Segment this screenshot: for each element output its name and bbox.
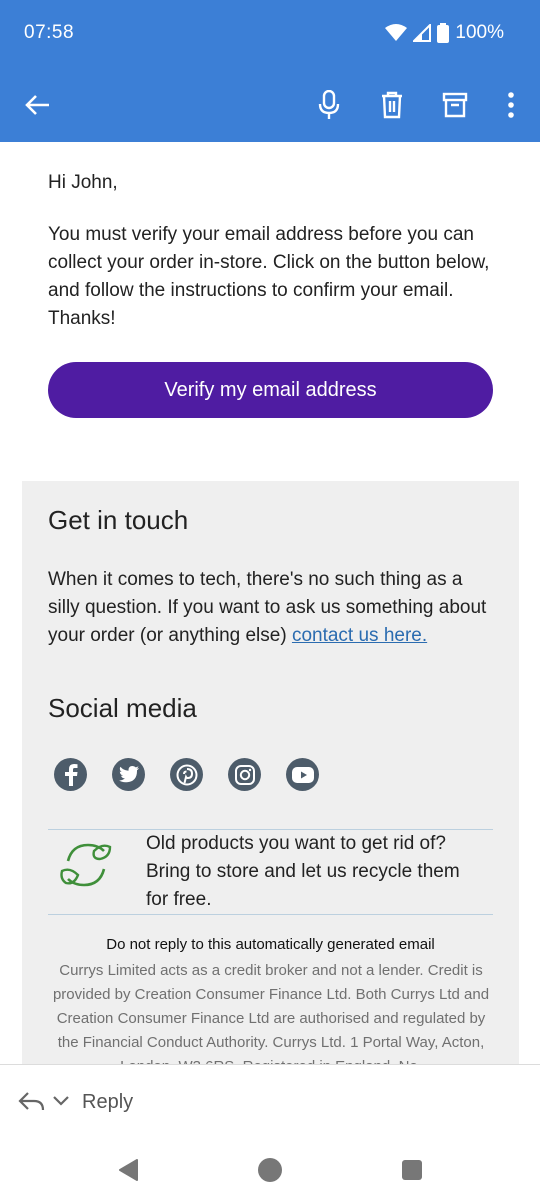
reply-button[interactable]: Reply <box>82 1091 133 1114</box>
signal-icon <box>413 24 432 42</box>
battery-percent: 100% <box>455 22 504 43</box>
legal-text: Currys Limited acts as a credit broker a… <box>52 962 490 1064</box>
app-bar <box>0 70 540 140</box>
back-arrow-icon[interactable] <box>20 88 54 122</box>
youtube-icon[interactable] <box>286 758 319 791</box>
reply-bar: Reply <box>0 1064 540 1140</box>
nav-recents-icon[interactable] <box>398 1156 426 1184</box>
contact-link[interactable]: contact us here. <box>292 625 427 646</box>
recycle-text: Old products you want to get rid of? Bri… <box>146 833 460 910</box>
body-text: You must verify your email address befor… <box>48 224 490 329</box>
get-in-touch-title: Get in touch <box>48 505 189 535</box>
nav-back-icon[interactable] <box>114 1156 142 1184</box>
email-content[interactable]: Hi John, You must verify your email addr… <box>0 142 540 1064</box>
social-icons <box>54 758 319 791</box>
status-icons: 100% <box>385 22 504 44</box>
more-vert-icon[interactable] <box>494 88 528 122</box>
get-in-touch-text: When it comes to tech, there's no such t… <box>48 569 487 646</box>
status-bar: 07:58 100% <box>0 0 540 66</box>
social-media-title: Social media <box>48 693 197 723</box>
twitter-icon[interactable] <box>112 758 145 791</box>
mic-icon[interactable] <box>312 88 346 122</box>
status-time: 07:58 <box>24 22 75 43</box>
divider-bottom <box>48 914 493 915</box>
battery-icon <box>437 23 450 43</box>
reply-arrow-icon[interactable] <box>18 1090 46 1114</box>
recycle-icon <box>60 843 112 887</box>
archive-icon[interactable] <box>438 88 472 122</box>
chevron-down-icon[interactable] <box>52 1095 70 1107</box>
pinterest-icon[interactable] <box>170 758 203 791</box>
system-nav-bar <box>0 1140 540 1200</box>
facebook-icon[interactable] <box>54 758 87 791</box>
verify-email-button[interactable]: Verify my email address <box>48 362 493 418</box>
wifi-icon <box>385 24 408 41</box>
top-bar: 07:58 100% <box>0 0 540 142</box>
instagram-icon[interactable] <box>228 758 261 791</box>
nav-home-icon[interactable] <box>256 1156 284 1184</box>
trash-icon[interactable] <box>375 88 409 122</box>
noreply-notice: Do not reply to this automatically gener… <box>106 936 435 953</box>
greeting: Hi John, <box>48 172 118 193</box>
info-panel: Get in touch When it comes to tech, ther… <box>22 481 519 1064</box>
